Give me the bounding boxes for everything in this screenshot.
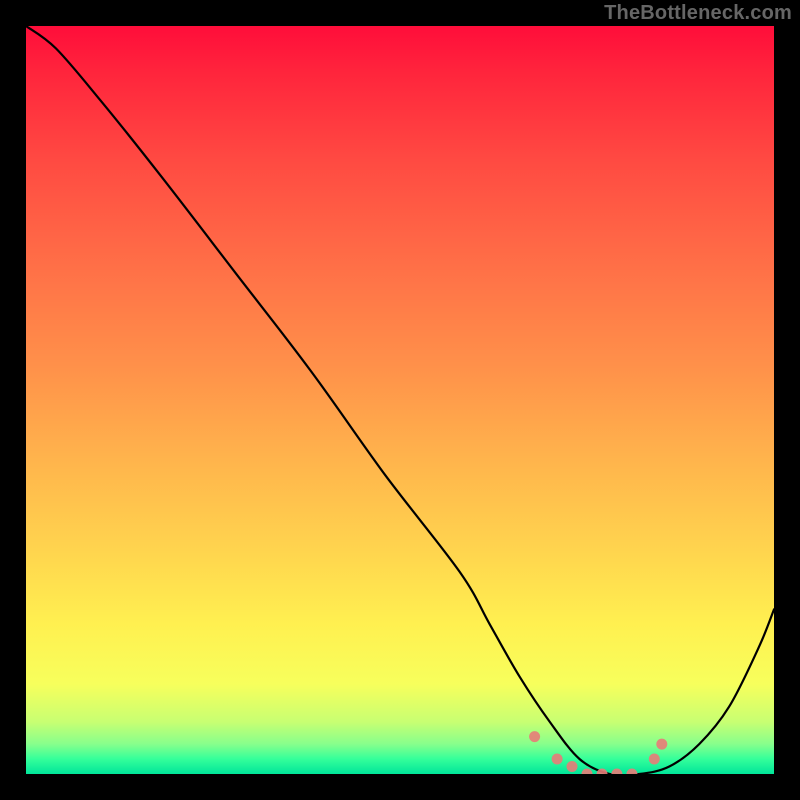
- trough-marker: [552, 754, 563, 765]
- trough-markers: [529, 731, 667, 774]
- trough-marker: [611, 769, 622, 775]
- watermark-text: TheBottleneck.com: [604, 2, 792, 25]
- curve-path: [26, 26, 774, 774]
- trough-marker: [582, 769, 593, 775]
- plot-area: [26, 26, 774, 774]
- chart-frame: TheBottleneck.com: [0, 0, 800, 800]
- trough-marker: [529, 731, 540, 742]
- trough-marker: [649, 754, 660, 765]
- trough-marker: [656, 739, 667, 750]
- trough-marker: [626, 769, 637, 775]
- trough-marker: [567, 761, 578, 772]
- bottleneck-curve: [26, 26, 774, 774]
